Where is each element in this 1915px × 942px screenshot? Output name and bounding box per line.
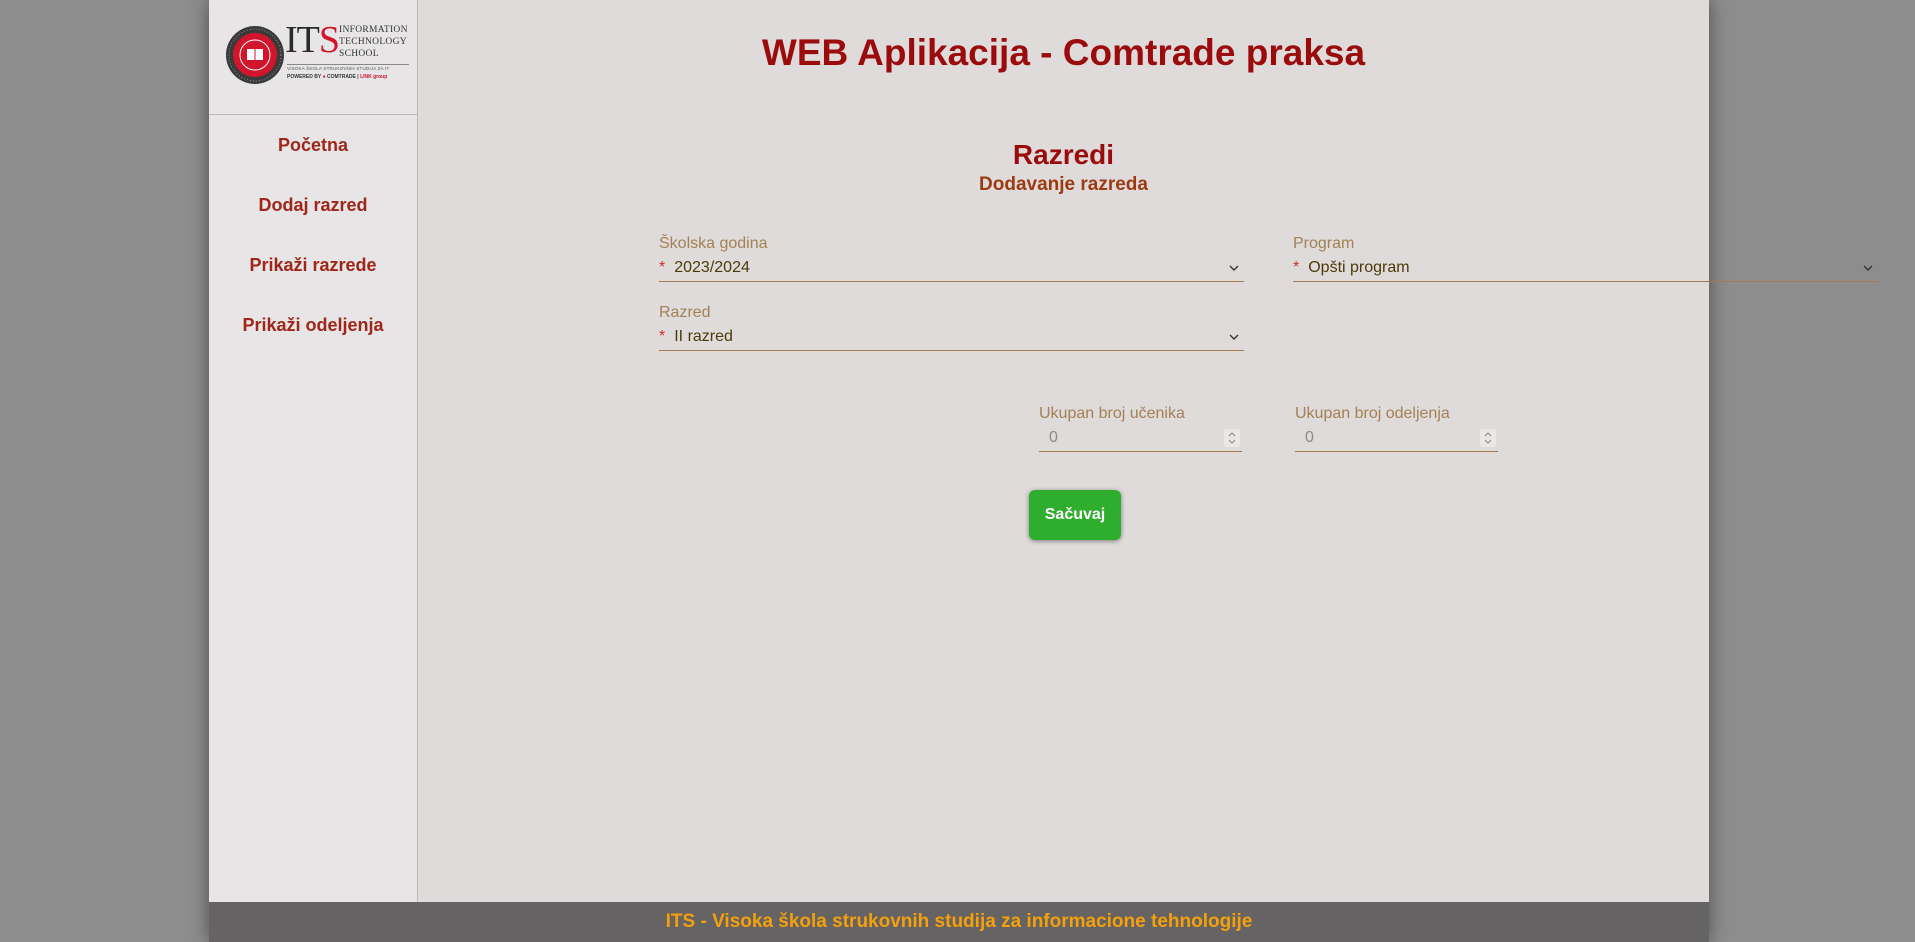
seal-icon <box>226 26 284 84</box>
main-content: WEB Aplikacija - Comtrade praksa Razredi… <box>418 0 1878 902</box>
chevron-down-icon <box>1229 334 1239 340</box>
chevron-down-icon <box>1229 265 1239 271</box>
grade-field: Razred * II razred <box>659 304 1244 351</box>
program-value: Opšti program <box>1308 259 1410 276</box>
total-students-input[interactable]: 0 <box>1039 425 1242 452</box>
sidebar: ITS INFORMATION TECHNOLOGY SCHOOL VISOKA… <box>209 0 418 902</box>
total-students-value: 0 <box>1049 429 1058 446</box>
its-logo-mark: ITS <box>285 19 340 61</box>
school-year-value: 2023/2024 <box>674 259 750 276</box>
grade-value: II razred <box>674 328 733 345</box>
school-year-select[interactable]: * 2023/2024 <box>659 255 1244 282</box>
footer-text: ITS - Visoka škola strukovnih studija za… <box>665 911 1253 932</box>
page-subtitle: Dodavanje razreda <box>979 174 1148 195</box>
chevron-down-icon <box>1863 265 1873 271</box>
total-departments-field: Ukupan broj odeljenja 0 <box>1295 405 1498 452</box>
total-departments-value: 0 <box>1305 429 1314 446</box>
its-logo-words: INFORMATION TECHNOLOGY SCHOOL <box>339 25 408 59</box>
number-spinner-icon[interactable] <box>1224 429 1240 447</box>
sidebar-item-dodaj-razred[interactable]: Dodaj razred <box>209 175 417 235</box>
sidebar-item-prikazi-odeljenja[interactable]: Prikaži odeljenja <box>209 295 417 355</box>
program-label: Program <box>1293 235 1355 252</box>
its-logo-powered: POWERED BY ● COMTRADE | LINK group <box>287 74 388 80</box>
save-button[interactable]: Sačuvaj <box>1029 490 1121 540</box>
app-window: ITS INFORMATION TECHNOLOGY SCHOOL VISOKA… <box>209 0 1878 942</box>
footer: ITS - Visoka škola strukovnih studija za… <box>209 902 1709 942</box>
grade-label: Razred <box>659 304 711 321</box>
school-year-label: Školska godina <box>659 235 768 252</box>
sidebar-item-pocetna[interactable]: Početna <box>209 115 417 175</box>
required-marker: * <box>659 259 666 276</box>
page-title: Razredi <box>1012 139 1115 170</box>
required-marker: * <box>659 328 666 345</box>
program-field: Program * Opšti program <box>1293 235 1878 282</box>
sidebar-item-prikazi-razrede[interactable]: Prikaži razrede <box>209 235 417 295</box>
total-students-field: Ukupan broj učenika 0 <box>1039 405 1242 452</box>
app-title: WEB Aplikacija - Comtrade praksa <box>761 32 1366 73</box>
grade-select[interactable]: * II razred <box>659 324 1244 351</box>
required-marker: * <box>1293 259 1300 276</box>
number-spinner-icon[interactable] <box>1480 429 1496 447</box>
school-year-field: Školska godina * 2023/2024 <box>659 235 1244 282</box>
sidebar-nav: Početna Dodaj razred Prikaži razrede Pri… <box>209 115 417 355</box>
its-logo-tagline: VISOKA ŠKOLA STRUKOVNIH STUDIJA ZA IT <box>287 64 409 71</box>
total-departments-input[interactable]: 0 <box>1295 425 1498 452</box>
total-students-label: Ukupan broj učenika <box>1039 405 1185 422</box>
total-departments-label: Ukupan broj odeljenja <box>1295 405 1450 422</box>
its-logo: ITS INFORMATION TECHNOLOGY SCHOOL VISOKA… <box>209 0 417 115</box>
program-select[interactable]: * Opšti program <box>1293 255 1878 282</box>
